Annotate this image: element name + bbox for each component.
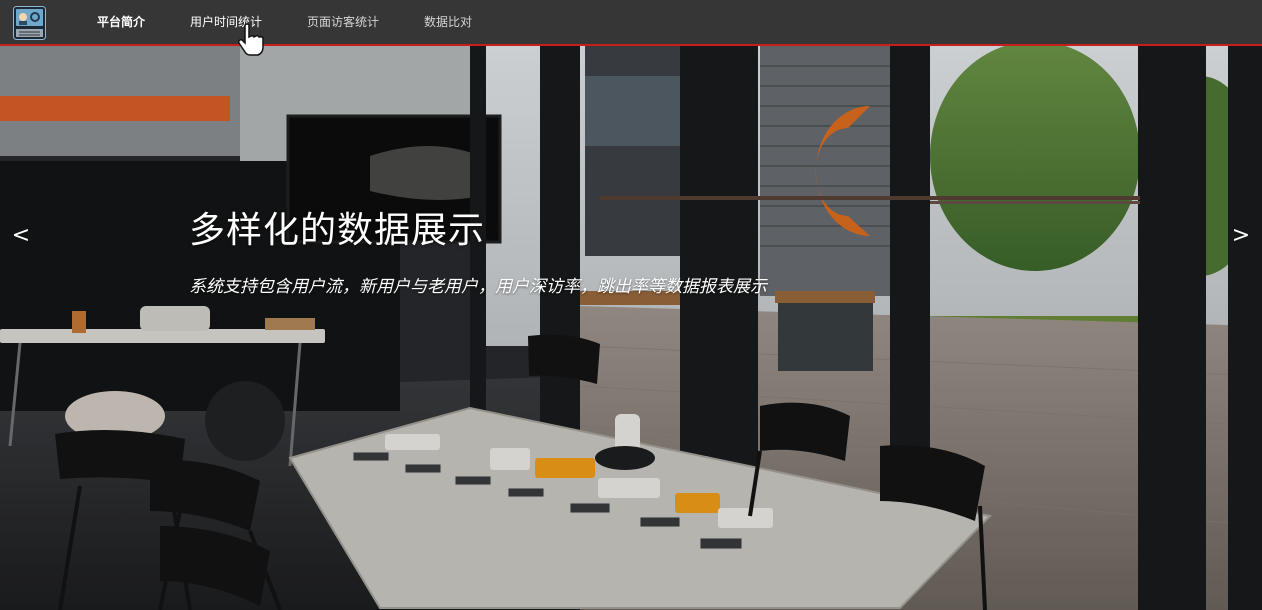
- nav-item-platform-intro[interactable]: 平台简介: [97, 0, 145, 44]
- hand-cursor-icon: [236, 22, 266, 58]
- carousel-next-button[interactable]: >: [1226, 221, 1256, 251]
- top-navbar: 平台简介 用户时间统计 页面访客统计 数据比对: [0, 0, 1262, 46]
- nav-item-data-compare[interactable]: 数据比对: [424, 0, 472, 44]
- hero-background-image: [0, 46, 1262, 610]
- hero-carousel: 多样化的数据展示 系统支持包含用户流，新用户与老用户，用户深访率，跳出率等数据报…: [0, 46, 1262, 610]
- carousel-subtitle: 系统支持包含用户流，新用户与老用户，用户深访率，跳出率等数据报表展示: [189, 277, 767, 297]
- nav-item-page-visitor-stats[interactable]: 页面访客统计: [307, 0, 379, 44]
- carousel-prev-button[interactable]: <: [6, 221, 36, 251]
- carousel-title: 多样化的数据展示: [189, 210, 486, 251]
- dashboard-logo-icon[interactable]: [13, 6, 46, 40]
